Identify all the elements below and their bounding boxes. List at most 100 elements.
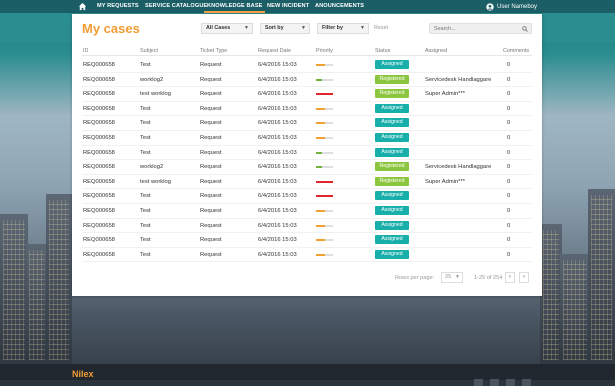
priority-bar bbox=[316, 224, 333, 227]
case-ticket-type: Request bbox=[200, 62, 222, 68]
priority-bar-fill bbox=[316, 253, 326, 256]
case-comments: 0 bbox=[507, 149, 511, 156]
priority-bar-fill bbox=[316, 93, 333, 96]
table-row[interactable]: REQ000658 worklog2 Request 6/4/2016 15:03 Re… bbox=[82, 73, 532, 88]
column-header-request-date[interactable]: Request Date bbox=[258, 48, 291, 54]
case-subject: Test bbox=[140, 251, 151, 258]
column-header-subject[interactable]: Subject bbox=[140, 48, 158, 54]
case-assigned: Servicedesk Handlaggare bbox=[425, 164, 492, 171]
status-badge: Assigned bbox=[375, 220, 409, 230]
nav-knowledge-base[interactable]: KNOWLEDGE BASE bbox=[203, 0, 266, 13]
social-icon[interactable] bbox=[474, 379, 483, 386]
priority-bar bbox=[316, 122, 333, 125]
rows-per-page-select[interactable]: 25 ▼ bbox=[441, 272, 463, 283]
case-request-date: 6/4/2016 15:03 bbox=[258, 178, 297, 185]
case-assigned: Super Admin*** bbox=[425, 178, 465, 185]
case-id: REQ000658 bbox=[83, 164, 115, 171]
nav-service-catalogue[interactable]: SERVICE CATALOGUE bbox=[145, 0, 207, 13]
table-row[interactable]: REQ000658 Test Request 6/4/2016 15:03 Assign… bbox=[82, 146, 532, 161]
priority-bar-fill bbox=[316, 224, 326, 227]
nav-announcements[interactable]: ANOUNCEMENTS bbox=[315, 0, 364, 13]
next-page-button[interactable]: › bbox=[519, 272, 529, 283]
case-comments: 0 bbox=[507, 134, 511, 141]
previous-page-button[interactable]: ‹ bbox=[505, 272, 515, 283]
column-header-priority[interactable]: Priority bbox=[316, 48, 333, 54]
case-subject: Test bbox=[140, 237, 151, 244]
priority-bar bbox=[316, 107, 333, 110]
chevron-down-icon: ▼ bbox=[360, 25, 365, 31]
table-row[interactable]: REQ000658 Test Request 6/4/2016 15:03 Assign… bbox=[82, 189, 532, 204]
case-scope-dropdown[interactable]: All Cases ▼ bbox=[201, 23, 253, 34]
case-request-date: 6/4/2016 15:03 bbox=[258, 134, 297, 141]
column-header-id[interactable]: ID bbox=[83, 48, 88, 54]
case-subject: worklog2 bbox=[140, 164, 164, 171]
case-subject: Test bbox=[140, 149, 151, 156]
column-header-assigned[interactable]: Assigned bbox=[425, 48, 447, 54]
user-name: User Nameboy bbox=[496, 3, 537, 10]
priority-bar bbox=[316, 166, 333, 169]
case-id: REQ000658 bbox=[83, 76, 115, 83]
search-input[interactable] bbox=[429, 23, 532, 34]
social-icon[interactable] bbox=[522, 379, 531, 386]
table-header: ID Subject Ticket Type Request Date Prio… bbox=[82, 46, 532, 56]
table-row[interactable]: REQ000658 test worklog Request 6/4/2016 15:… bbox=[82, 175, 532, 190]
cases-panel: My cases All Cases ▼ Sort by ▼ Filter by… bbox=[72, 14, 542, 296]
table-row[interactable]: REQ000658 Test Request 6/4/2016 15:03 Assign… bbox=[82, 248, 532, 263]
column-header-status[interactable]: Status bbox=[375, 48, 390, 54]
case-ticket-type: Request bbox=[200, 251, 222, 258]
social-icon[interactable] bbox=[490, 379, 499, 386]
case-subject: test worklog bbox=[140, 178, 171, 185]
case-request-date: 6/4/2016 15:03 bbox=[258, 120, 297, 127]
user-menu[interactable]: User Nameboy bbox=[486, 0, 537, 13]
nav-my-requests[interactable]: MY REQUESTS bbox=[97, 0, 139, 13]
priority-bar-fill bbox=[316, 78, 322, 81]
case-id: REQ000658 bbox=[83, 62, 115, 68]
priority-bar bbox=[316, 78, 333, 81]
case-ticket-type: Request bbox=[200, 178, 222, 185]
table-row[interactable]: REQ000658 test worklog Request 6/4/2016 15:… bbox=[82, 87, 532, 102]
home-icon[interactable] bbox=[78, 2, 87, 11]
case-ticket-type: Request bbox=[200, 237, 222, 244]
table-row[interactable]: REQ000658 Test Request 6/4/2016 15:03 Assign… bbox=[82, 233, 532, 248]
case-request-date: 6/4/2016 15:03 bbox=[258, 237, 297, 244]
table-row[interactable]: REQ000658 Test Request 6/4/2016 15:03 Assign… bbox=[82, 116, 532, 131]
priority-bar-fill bbox=[316, 107, 326, 110]
status-badge: Assigned bbox=[375, 60, 409, 69]
sort-by-dropdown[interactable]: Sort by ▼ bbox=[260, 23, 310, 34]
case-id: REQ000658 bbox=[83, 105, 115, 112]
status-badge: Assigned bbox=[375, 118, 409, 128]
column-header-ticket-type[interactable]: Ticket Type bbox=[200, 48, 227, 54]
case-subject: test worklog bbox=[140, 91, 171, 98]
case-ticket-type: Request bbox=[200, 207, 222, 214]
case-request-date: 6/4/2016 15:03 bbox=[258, 251, 297, 258]
table-row[interactable]: REQ000658 worklog2 Request 6/4/2016 15:03 Re… bbox=[82, 160, 532, 175]
search-icon[interactable] bbox=[522, 26, 528, 32]
sort-by-label: Sort by bbox=[265, 25, 284, 31]
filter-by-dropdown[interactable]: Filter by ▼ bbox=[317, 23, 369, 34]
case-comments: 0 bbox=[507, 120, 511, 127]
priority-bar-fill bbox=[316, 195, 333, 198]
case-request-date: 6/4/2016 15:03 bbox=[258, 105, 297, 112]
social-icon[interactable] bbox=[506, 379, 515, 386]
status-badge: Assigned bbox=[375, 103, 409, 113]
table-row[interactable]: REQ000658 Test Request 6/4/2016 15:03 Assign… bbox=[82, 102, 532, 117]
reset-link[interactable]: Reset bbox=[374, 25, 388, 31]
case-scope-value: All Cases bbox=[206, 25, 231, 31]
case-comments: 0 bbox=[507, 105, 511, 112]
priority-bar-fill bbox=[316, 122, 326, 125]
status-badge: Assigned bbox=[375, 249, 409, 259]
table-row[interactable]: REQ000658 Test Request 6/4/2016 15:03 Assign… bbox=[82, 58, 532, 73]
case-id: REQ000658 bbox=[83, 222, 115, 229]
page-range: 1-25 of 254 bbox=[474, 275, 503, 281]
column-header-comments[interactable]: Comments bbox=[503, 48, 529, 54]
table-row[interactable]: REQ000658 Test Request 6/4/2016 15:03 Assign… bbox=[82, 204, 532, 219]
table-row[interactable]: REQ000658 Test Request 6/4/2016 15:03 Assign… bbox=[82, 219, 532, 234]
priority-bar bbox=[316, 64, 333, 66]
case-comments: 0 bbox=[507, 193, 511, 200]
table-row[interactable]: REQ000658 Test Request 6/4/2016 15:03 Assign… bbox=[82, 131, 532, 146]
status-badge: Registered bbox=[375, 74, 409, 84]
case-subject: Test bbox=[140, 120, 151, 127]
priority-bar bbox=[316, 136, 333, 139]
priority-bar bbox=[316, 151, 333, 154]
nav-new-incident[interactable]: NEW INCIDENT bbox=[267, 0, 309, 13]
